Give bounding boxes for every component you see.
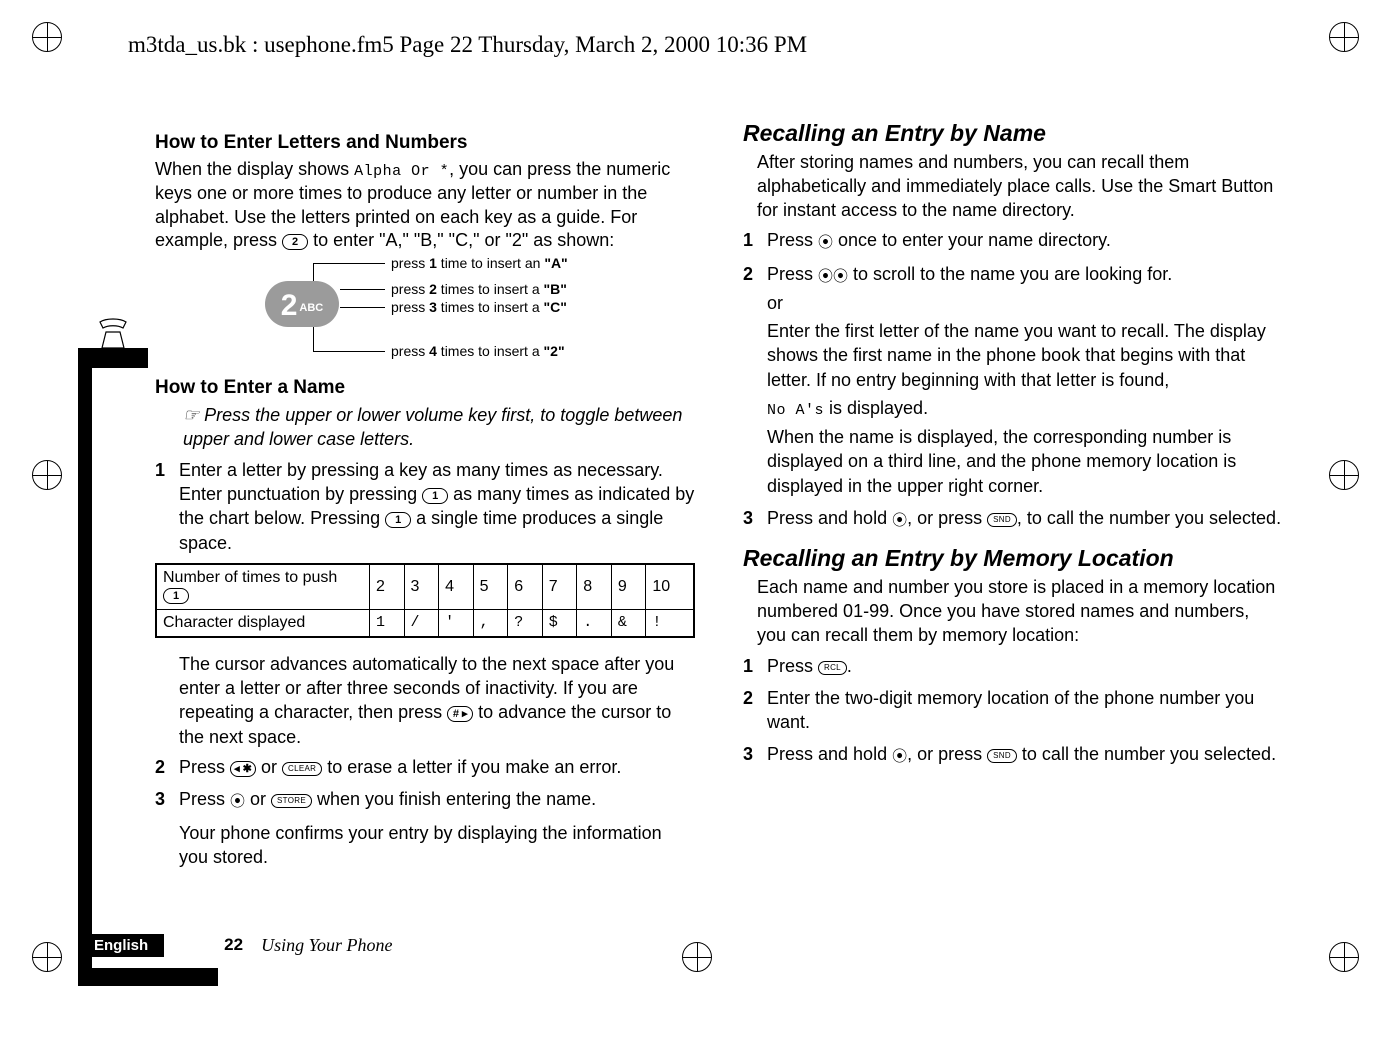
page-header: m3tda_us.bk : usephone.fm5 Page 22 Thurs… <box>128 32 807 58</box>
crop-mark <box>1329 460 1359 490</box>
lcd-text: No A's <box>767 402 824 419</box>
paragraph-recall-name: After storing names and numbers, you can… <box>757 151 1283 222</box>
crop-mark <box>32 942 62 972</box>
heading-enter-name: How to Enter a Name <box>155 377 695 399</box>
key-1-icon: 1 <box>422 488 448 504</box>
key-bubble-icon: 2ABC <box>265 281 339 327</box>
key-illustration: 2ABC press 1 time to insert an "A" press… <box>265 263 695 363</box>
crop-mark <box>1329 22 1359 52</box>
paragraph-enter-letters: When the display shows Alpha Or *, you c… <box>155 158 695 253</box>
or-text: or <box>767 291 1283 315</box>
page-footer: English 22 Using Your Phone <box>78 933 392 957</box>
step-1: 1 Press ⦿ once to enter your name direct… <box>743 228 1283 253</box>
paragraph-cursor: The cursor advances automatically to the… <box>179 652 695 749</box>
key-rcl-icon: RCL <box>818 661 847 675</box>
key-snd-icon: SND <box>987 513 1017 527</box>
smart-button-icon: ⦿ <box>833 267 848 287</box>
crop-mark <box>32 460 62 490</box>
section-title: Using Your Phone <box>261 935 392 956</box>
step-2: 2 Press ◂ ✱ or CLEAR to erase a letter i… <box>155 755 695 779</box>
heading-recall-location: Recalling an Entry by Memory Location <box>743 545 1283 572</box>
paragraph-confirm: Your phone confirms your entry by displa… <box>179 821 695 870</box>
key-1-icon: 1 <box>163 588 189 604</box>
crop-mark <box>32 22 62 52</box>
smart-button-icon: ⦿ <box>818 233 833 253</box>
paragraph-name-displayed: When the name is displayed, the correspo… <box>767 425 1283 498</box>
lcd-text: Alpha Or * <box>354 163 449 180</box>
step-1: 1 Enter a letter by pressing a key as ma… <box>155 458 695 555</box>
smart-button-icon: ⦿ <box>230 792 245 812</box>
crop-mark <box>682 942 712 972</box>
step-1: 1 Press RCL. <box>743 654 1283 678</box>
note-enter-name: ☞ Press the upper or lower volume key fi… <box>183 403 695 452</box>
step-2: 2 Press ⦿⦿ to scroll to the name you are… <box>743 262 1283 499</box>
step-3: 3 Press and hold ⦿, or press SND, to cal… <box>743 506 1283 531</box>
step-2: 2 Enter the two-digit memory location of… <box>743 686 1283 735</box>
key-1-icon: 1 <box>385 512 411 528</box>
step-3: 3 Press and hold ⦿, or press SND to call… <box>743 742 1283 767</box>
crop-mark <box>1329 942 1359 972</box>
key-hash-icon: # ▸ <box>447 706 473 722</box>
pointing-hand-icon: ☞ <box>183 403 199 427</box>
step-3: 3 Press ⦿ or STORE when you finish enter… <box>155 787 695 812</box>
key-clear-icon: CLEAR <box>282 762 322 776</box>
language-badge: English <box>78 934 164 957</box>
heading-enter-letters: How to Enter Letters and Numbers <box>155 132 695 154</box>
key-snd-icon: SND <box>987 749 1017 763</box>
paragraph-first-letter: Enter the first letter of the name you w… <box>767 319 1283 392</box>
key-back-icon: ◂ ✱ <box>230 761 256 777</box>
phone-icon <box>96 318 130 352</box>
paragraph-no-entry: No A's is displayed. <box>767 396 1283 421</box>
heading-recall-name: Recalling an Entry by Name <box>743 120 1283 147</box>
key-store-icon: STORE <box>271 794 312 808</box>
page-number: 22 <box>224 935 243 955</box>
smart-button-icon: ⦿ <box>892 747 907 767</box>
table-row: Number of times to push 1 2 3 4 5 6 7 8 … <box>156 564 694 610</box>
character-table: Number of times to push 1 2 3 4 5 6 7 8 … <box>155 563 695 638</box>
paragraph-recall-location: Each name and number you store is placed… <box>757 576 1283 647</box>
smart-button-icon: ⦿ <box>892 511 907 531</box>
table-row: Character displayed 1 / ' , ? $ . & ! <box>156 609 694 637</box>
smart-button-icon: ⦿ <box>818 267 833 287</box>
key-2-icon: 2 <box>282 234 308 250</box>
